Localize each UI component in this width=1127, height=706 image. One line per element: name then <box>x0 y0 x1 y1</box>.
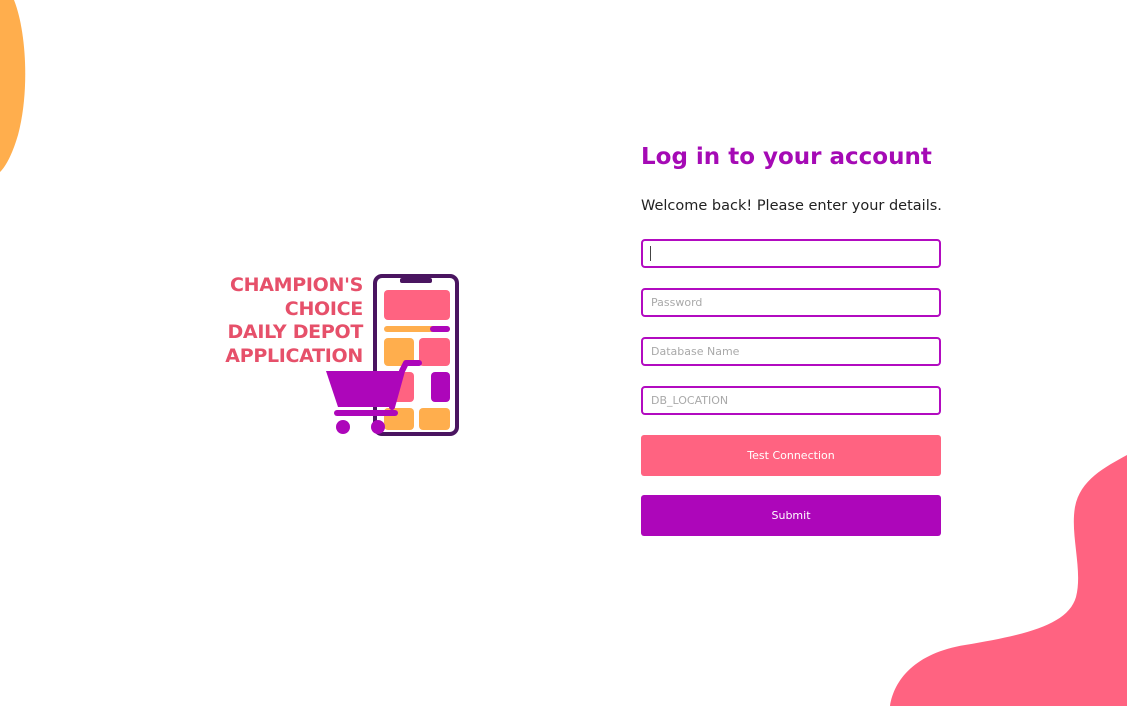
app-logo: CHAMPION'S CHOICE DAILY DEPOT APPLICATIO… <box>210 270 465 440</box>
orange-decorative-blob <box>0 0 26 172</box>
pink-decorative-blob <box>890 455 1127 706</box>
database-name-field[interactable] <box>641 337 941 366</box>
test-connection-button[interactable]: Test Connection <box>641 435 941 476</box>
login-form: Log in to your account Welcome back! Ple… <box>641 140 942 536</box>
db-location-field[interactable] <box>641 386 941 415</box>
text-cursor <box>650 246 651 261</box>
submit-button[interactable]: Submit <box>641 495 941 536</box>
page-title: Log in to your account <box>641 144 932 170</box>
login-page: CHAMPION'S CHOICE DAILY DEPOT APPLICATIO… <box>0 0 1127 706</box>
shopping-cart-phone-icon <box>326 274 459 436</box>
username-field[interactable] <box>641 239 941 268</box>
password-field[interactable] <box>641 288 941 317</box>
page-subtitle: Welcome back! Please enter your details. <box>641 198 942 214</box>
